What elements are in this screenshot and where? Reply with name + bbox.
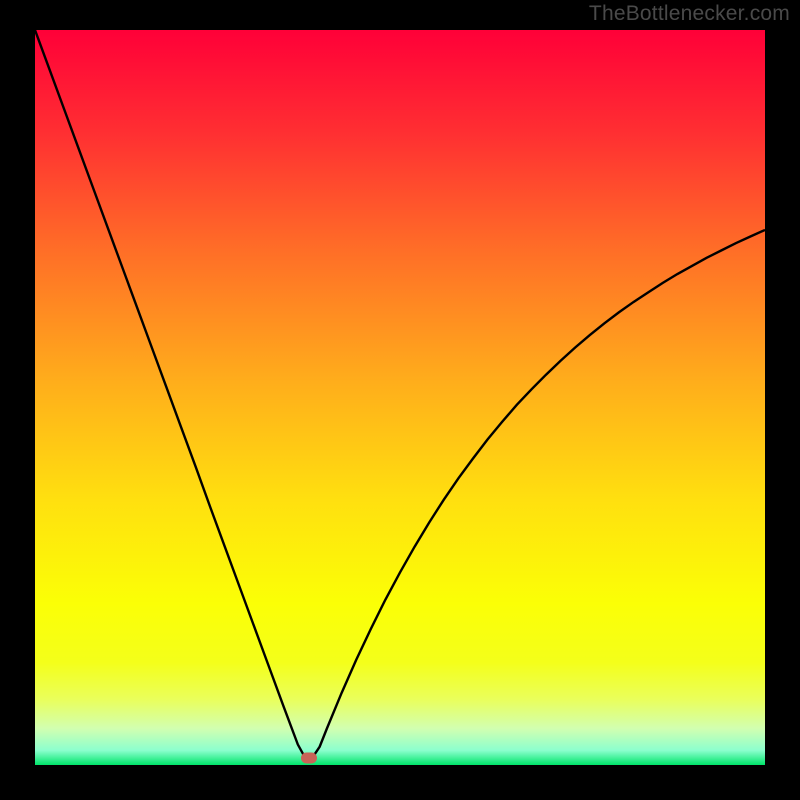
- plot-area: [35, 30, 765, 765]
- watermark-text: TheBottlenecker.com: [589, 2, 790, 26]
- bottleneck-curve: [35, 30, 765, 765]
- chart-frame: TheBottlenecker.com: [0, 0, 800, 800]
- optimal-point-marker: [301, 752, 317, 763]
